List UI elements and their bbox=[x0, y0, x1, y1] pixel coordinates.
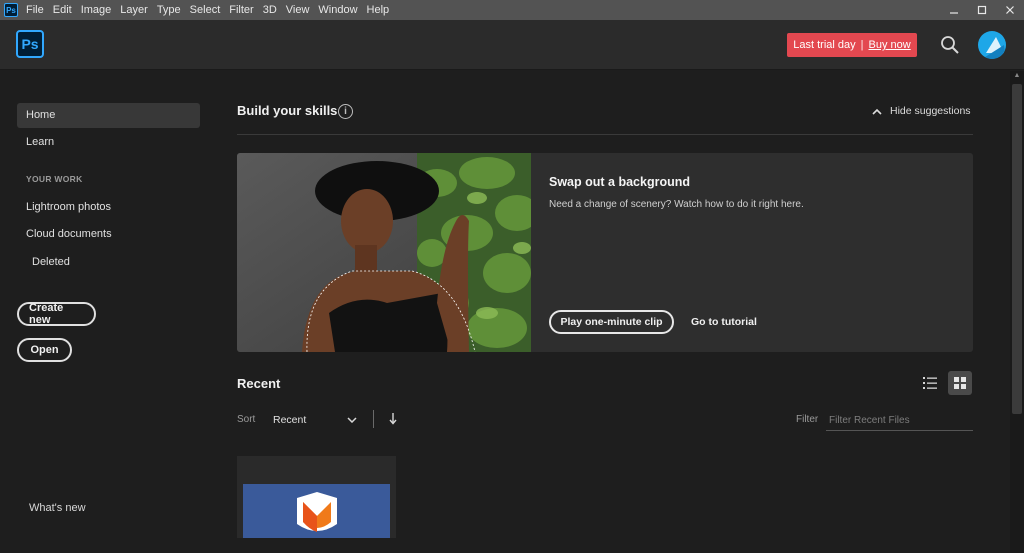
avatar-image-icon bbox=[982, 37, 1006, 59]
open-button[interactable]: Open bbox=[17, 338, 72, 362]
scroll-up-icon[interactable]: ▲ bbox=[1011, 72, 1023, 82]
menu-filter[interactable]: Filter bbox=[229, 0, 253, 20]
shield-logo-icon bbox=[297, 492, 337, 532]
your-work-heading: YOUR WORK bbox=[26, 174, 83, 184]
menu-view[interactable]: View bbox=[286, 0, 310, 20]
sidebar-item-cloud-documents[interactable]: Cloud documents bbox=[17, 222, 200, 247]
list-view-icon bbox=[923, 377, 937, 389]
build-skills-heading: Build your skills bbox=[237, 103, 338, 118]
sort-label: Sort bbox=[237, 414, 256, 425]
recent-heading: Recent bbox=[237, 376, 281, 391]
chevron-up-icon bbox=[872, 108, 882, 115]
menu-edit[interactable]: Edit bbox=[53, 0, 72, 20]
list-view-button[interactable] bbox=[918, 371, 942, 395]
info-icon[interactable]: i bbox=[338, 104, 353, 119]
play-clip-button[interactable]: Play one-minute clip bbox=[549, 310, 674, 334]
minimize-button[interactable] bbox=[940, 0, 968, 20]
photoshop-logo[interactable]: Ps bbox=[16, 30, 44, 58]
hide-suggestions-button[interactable]: Hide suggestions bbox=[872, 105, 971, 117]
buy-now-link[interactable]: Buy now bbox=[869, 39, 911, 51]
app-header: Ps Last trial day | Buy now bbox=[0, 20, 1024, 70]
close-icon bbox=[1006, 6, 1014, 14]
menu-3d[interactable]: 3D bbox=[263, 0, 277, 20]
chevron-down-icon bbox=[347, 417, 357, 423]
scrollbar-thumb[interactable] bbox=[1012, 84, 1022, 414]
menu-window[interactable]: Window bbox=[318, 0, 357, 20]
suggestion-card: Swap out a background Need a change of s… bbox=[237, 153, 973, 352]
sort-value: Recent bbox=[273, 414, 307, 426]
whats-new-link[interactable]: What's new bbox=[29, 502, 86, 514]
filter-recent-input[interactable] bbox=[826, 410, 973, 431]
trial-banner[interactable]: Last trial day | Buy now bbox=[787, 33, 917, 57]
tutorial-thumbnail[interactable] bbox=[237, 153, 531, 352]
section-divider bbox=[237, 134, 973, 135]
filter-label: Filter bbox=[796, 414, 819, 425]
search-icon[interactable] bbox=[940, 35, 960, 55]
create-new-button[interactable]: Create new bbox=[17, 302, 96, 326]
menu-file[interactable]: File bbox=[26, 0, 44, 20]
minimize-icon bbox=[950, 12, 958, 14]
sort-dropdown[interactable]: Recent bbox=[273, 410, 357, 430]
card-description: Need a change of scenery? Watch how to d… bbox=[549, 199, 804, 210]
grid-view-icon bbox=[954, 377, 966, 389]
menu-select[interactable]: Select bbox=[190, 0, 221, 20]
sidebar-item-home[interactable]: Home bbox=[17, 103, 200, 128]
sort-direction-icon[interactable] bbox=[387, 411, 399, 427]
window-controls bbox=[940, 0, 1024, 20]
grid-view-button[interactable] bbox=[948, 371, 972, 395]
maximize-icon bbox=[977, 5, 987, 15]
sidebar-item-lightroom-photos[interactable]: Lightroom photos bbox=[17, 195, 200, 220]
photoshop-app-icon: Ps bbox=[4, 3, 18, 17]
go-to-tutorial-link[interactable]: Go to tutorial bbox=[691, 316, 757, 328]
trial-separator: | bbox=[860, 39, 864, 51]
menu-bar: Ps File Edit Image Layer Type Select Fil… bbox=[0, 0, 1024, 20]
menu-image[interactable]: Image bbox=[81, 0, 112, 20]
avatar[interactable] bbox=[978, 31, 1006, 59]
hide-suggestions-label: Hide suggestions bbox=[890, 105, 971, 117]
sidebar-item-deleted[interactable]: Deleted bbox=[17, 250, 200, 275]
maximize-button[interactable] bbox=[968, 0, 996, 20]
card-title: Swap out a background bbox=[549, 175, 690, 189]
sort-separator bbox=[373, 410, 374, 428]
trial-text: Last trial day bbox=[793, 39, 856, 51]
menu-layer[interactable]: Layer bbox=[120, 0, 148, 20]
thumbnail-image bbox=[243, 484, 390, 538]
recent-file-thumbnail[interactable] bbox=[237, 456, 396, 538]
menu-type[interactable]: Type bbox=[157, 0, 181, 20]
sidebar-item-learn[interactable]: Learn bbox=[17, 130, 200, 155]
menu-help[interactable]: Help bbox=[367, 0, 390, 20]
close-button[interactable] bbox=[996, 0, 1024, 20]
